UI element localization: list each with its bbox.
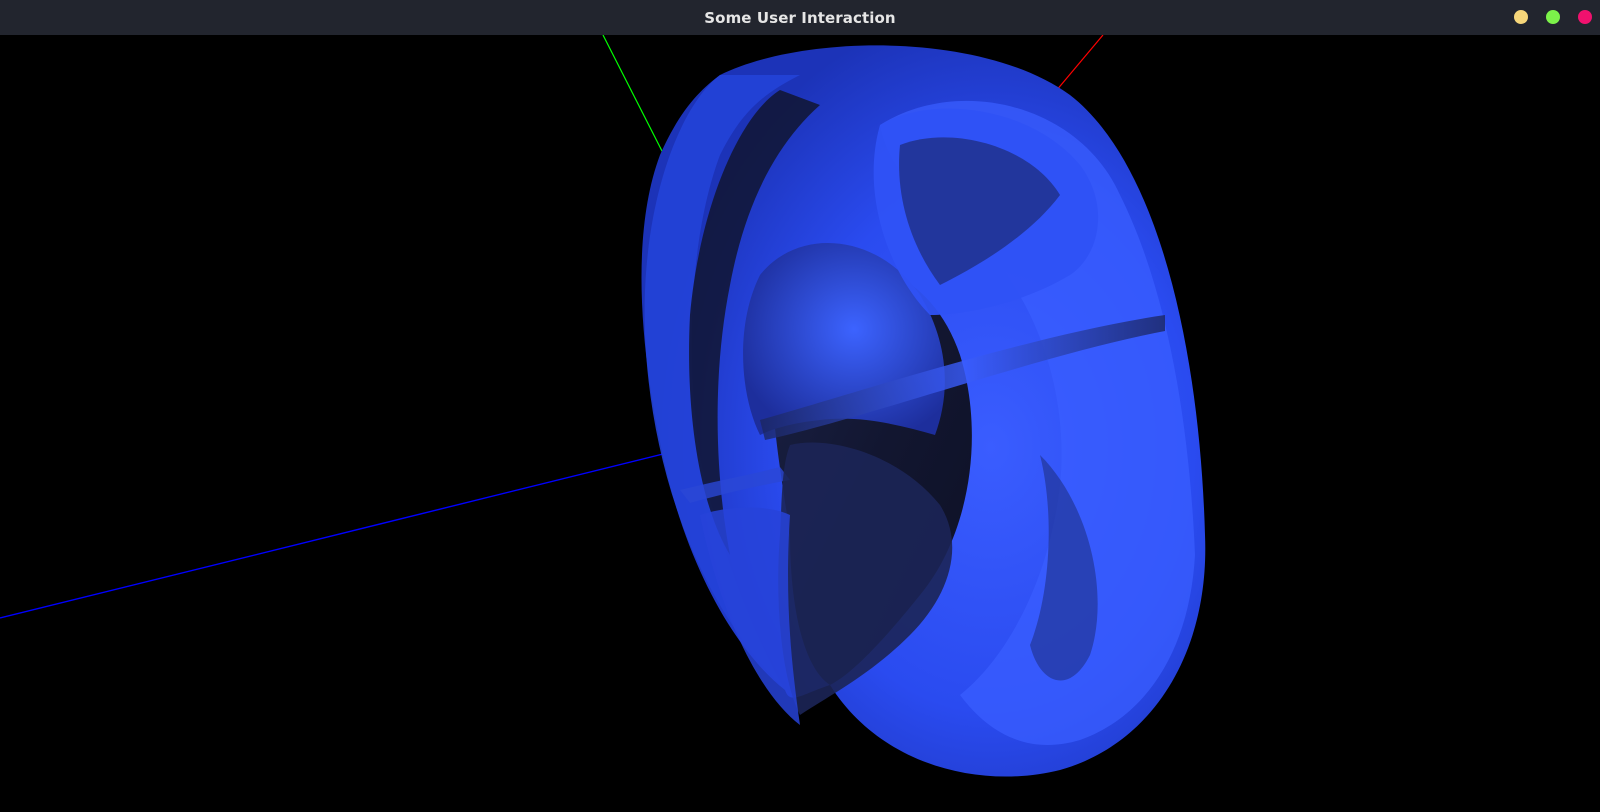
close-button[interactable] xyxy=(1578,10,1592,24)
3d-viewport-canvas[interactable] xyxy=(0,35,1600,812)
minimize-button[interactable] xyxy=(1514,10,1528,24)
z-axis-line xyxy=(0,429,761,619)
maximize-button[interactable] xyxy=(1546,10,1560,24)
window-title: Some User Interaction xyxy=(704,8,896,27)
scene-render xyxy=(0,35,1206,777)
title-bar[interactable]: Some User Interaction xyxy=(0,0,1600,35)
y-axis-line xyxy=(602,35,664,154)
window-controls xyxy=(1514,10,1592,24)
blue-torus-shape xyxy=(641,45,1206,777)
app-window: Some User Interaction xyxy=(0,0,1600,812)
